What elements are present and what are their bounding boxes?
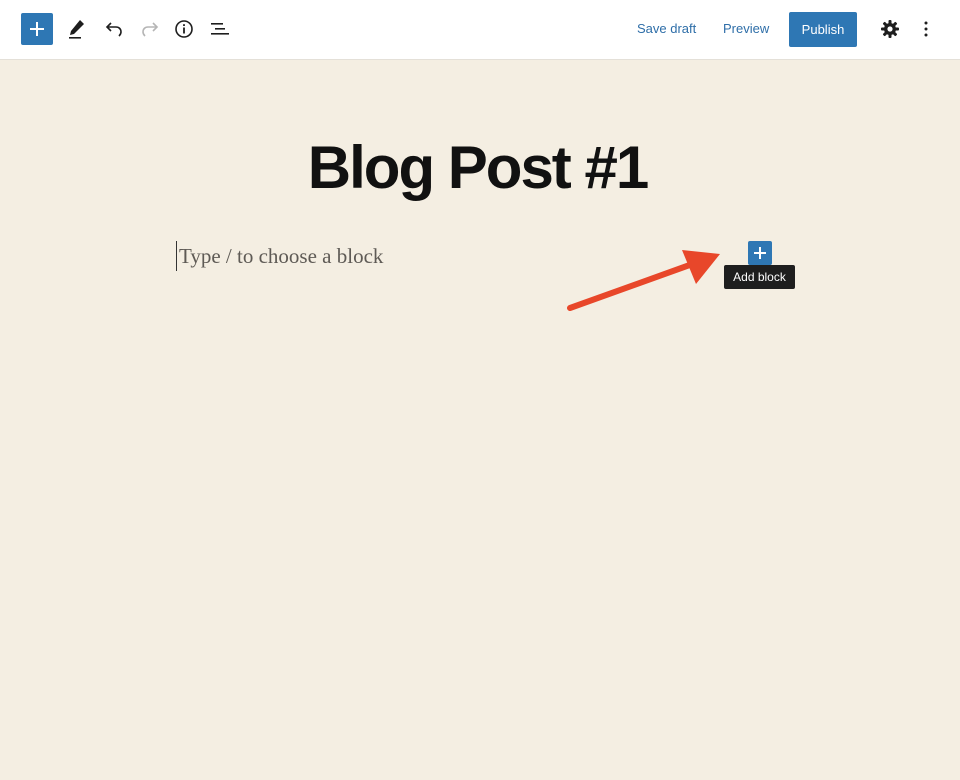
redo-button[interactable] (134, 12, 166, 46)
list-view-button[interactable] (204, 12, 236, 46)
undo-button[interactable] (98, 12, 130, 46)
toggle-block-inserter-button[interactable] (21, 13, 53, 45)
undo-icon (105, 22, 122, 37)
plus-icon (754, 247, 766, 259)
tools-button[interactable] (61, 12, 93, 46)
save-draft-button[interactable]: Save draft (637, 21, 696, 36)
options-button[interactable] (910, 12, 942, 46)
preview-button[interactable]: Preview (723, 21, 769, 36)
settings-button[interactable] (874, 12, 906, 46)
list-view-icon (211, 23, 229, 35)
publish-button[interactable]: Publish (789, 12, 857, 47)
add-block-tooltip: Add block (724, 265, 795, 289)
plus-icon (30, 22, 44, 36)
info-icon (175, 20, 193, 38)
more-vertical-icon (924, 21, 928, 37)
block-placeholder-input[interactable]: Type / to choose a block (176, 241, 696, 271)
details-button[interactable] (168, 12, 200, 46)
editor-canvas: Blog Post #1 Type / to choose a block Ad… (0, 60, 960, 780)
editor-toolbar: Save draft Preview Publish (0, 0, 960, 60)
gear-icon (881, 20, 899, 38)
pencil-icon (69, 20, 84, 39)
redo-icon (142, 22, 159, 37)
add-block-button[interactable] (748, 241, 772, 265)
post-title[interactable]: Blog Post #1 (0, 133, 955, 203)
